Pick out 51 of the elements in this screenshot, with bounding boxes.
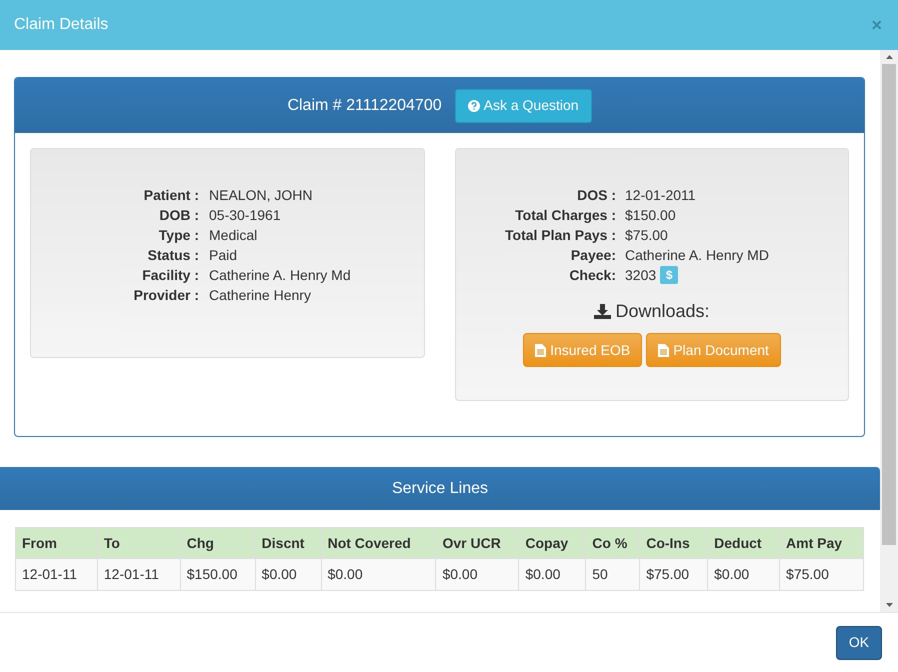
field-value: 3203 bbox=[625, 266, 656, 285]
document-icon bbox=[535, 344, 546, 356]
field-value: $150.00 bbox=[625, 206, 676, 225]
table-cell: $0.00 bbox=[321, 558, 436, 590]
table-cell: $0.00 bbox=[518, 558, 586, 590]
field-label: Patient : bbox=[142, 186, 199, 205]
field-label: DOB : bbox=[158, 206, 199, 225]
table-cell: $75.00 bbox=[780, 558, 864, 590]
field-label: Status : bbox=[146, 246, 199, 265]
field-value: NEALON, JOHN bbox=[209, 186, 312, 205]
document-icon bbox=[658, 344, 670, 356]
table-cell: $75.00 bbox=[640, 558, 708, 590]
field-label: Total Plan Pays : bbox=[504, 226, 616, 245]
field-value: $75.00 bbox=[625, 226, 668, 245]
table-cell: 12-01-11 bbox=[16, 558, 98, 590]
field-label: DOS : bbox=[576, 186, 616, 205]
section-title: Service Lines bbox=[392, 478, 488, 498]
field-label: Provider : bbox=[132, 286, 199, 305]
download-button[interactable]: Plan Document bbox=[646, 333, 781, 367]
scroll-down-icon[interactable] bbox=[886, 603, 892, 607]
question-icon bbox=[468, 100, 480, 112]
field-value: 12-01-2011 bbox=[625, 186, 696, 205]
scrollbar[interactable] bbox=[880, 50, 898, 612]
field-value: Catherine Henry bbox=[209, 286, 311, 305]
table-cell: 50 bbox=[586, 558, 640, 590]
claim-title: Claim # 21112204700 bbox=[287, 96, 442, 116]
ask-question-button[interactable]: Ask a Question bbox=[454, 88, 592, 122]
field-value: Paid bbox=[209, 246, 238, 265]
field-value: Catherine A. Henry MD bbox=[625, 246, 769, 265]
download-button[interactable]: Insured EOB bbox=[523, 333, 642, 367]
ok-button[interactable]: OK bbox=[836, 626, 882, 660]
table-cell: 12-01-11 bbox=[97, 558, 180, 590]
downloads-label: Downloads: bbox=[615, 300, 710, 323]
field-value: 05-30-1961 bbox=[209, 206, 281, 225]
field-label: Facility : bbox=[141, 266, 199, 285]
field-label: Payee: bbox=[570, 246, 616, 265]
window-title: Claim Details bbox=[14, 15, 108, 35]
column-header: From bbox=[16, 528, 98, 558]
table-cell: $0.00 bbox=[708, 558, 780, 590]
close-button[interactable]: × bbox=[871, 16, 882, 34]
field-value: Medical bbox=[209, 226, 258, 245]
dollar-badge[interactable]: $ bbox=[660, 266, 678, 284]
field-label: Check: bbox=[568, 266, 616, 285]
field-value: Catherine A. Henry Md bbox=[209, 266, 351, 285]
download-icon bbox=[594, 304, 612, 319]
field-label: Type : bbox=[158, 226, 199, 245]
table-cell: $0.00 bbox=[436, 558, 519, 590]
table-cell: $0.00 bbox=[255, 558, 322, 590]
field-label: Total Charges : bbox=[514, 206, 616, 225]
table-cell: $150.00 bbox=[180, 558, 256, 590]
scroll-up-icon[interactable] bbox=[886, 55, 892, 59]
